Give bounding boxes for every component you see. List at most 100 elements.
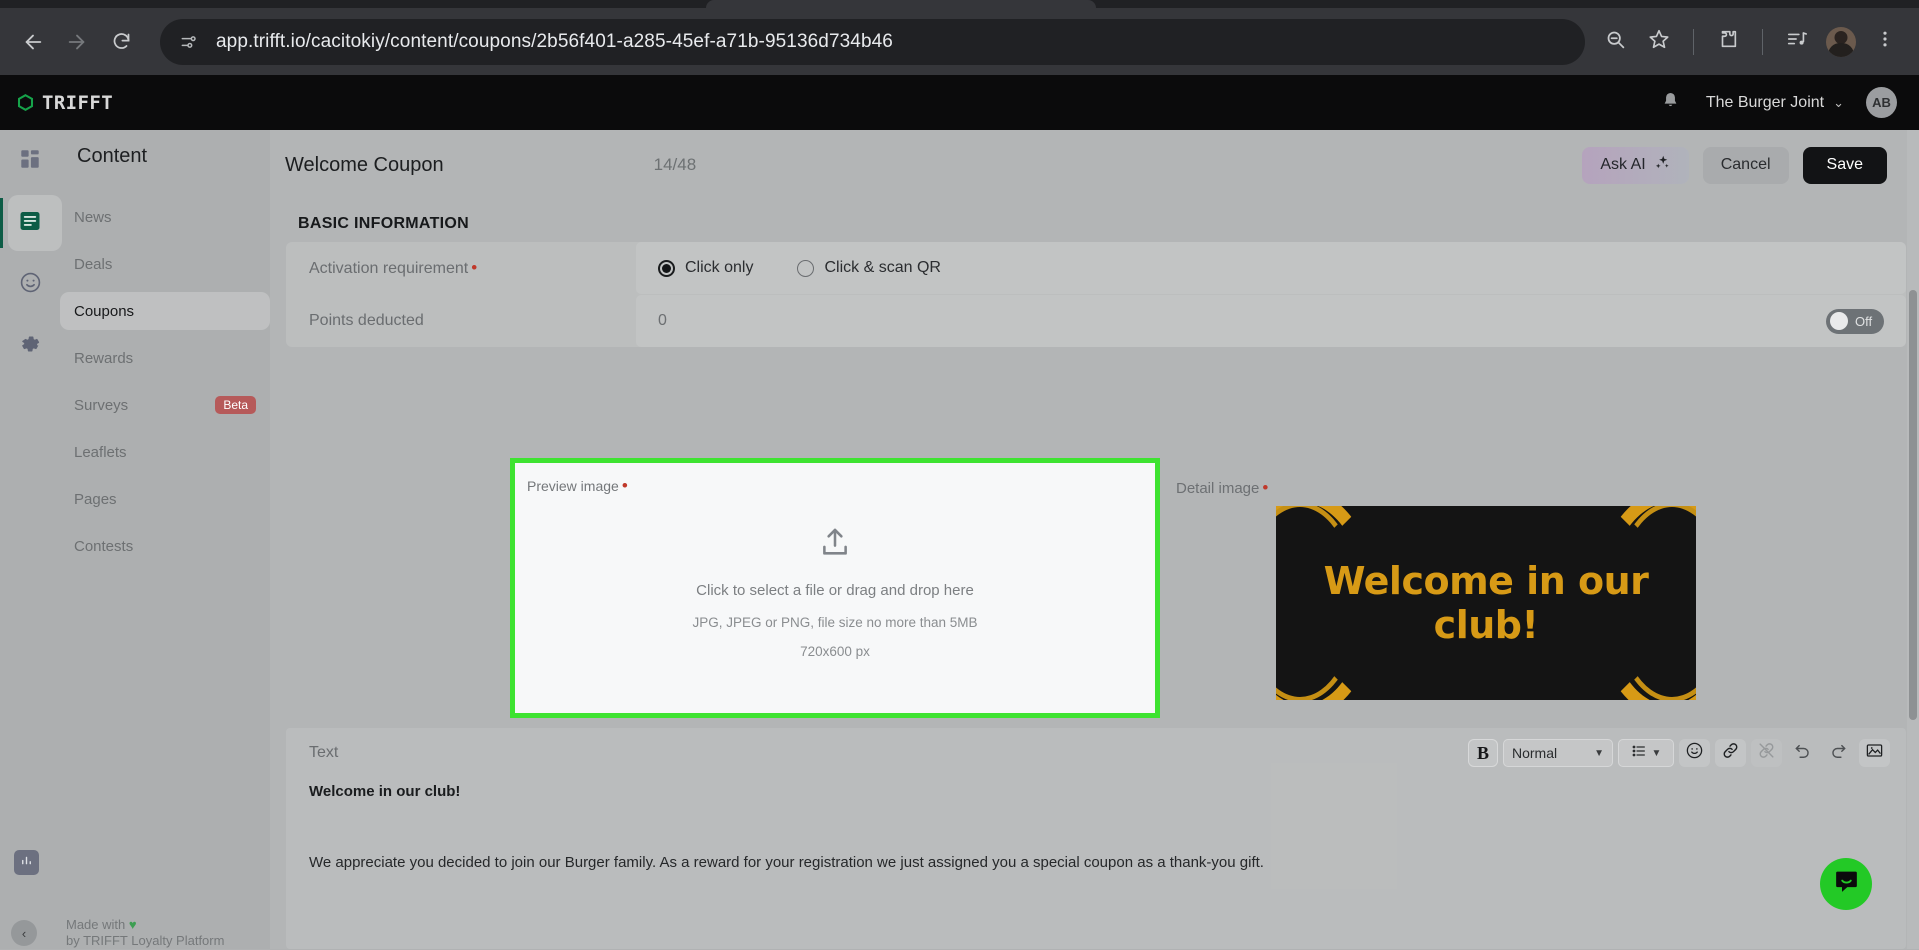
toolbar-divider-2 (1762, 28, 1763, 55)
address-bar[interactable]: app.trifft.io/cacitokiy/content/coupons/… (160, 18, 1585, 65)
sidebar-item-rewards[interactable]: Rewards (60, 339, 270, 377)
radio-click-only[interactable]: Click only (658, 259, 753, 277)
profile-avatar-icon (1826, 26, 1856, 57)
dropzone-dimensions-text: 720x600 px (800, 644, 870, 659)
sidebar-title: Content (77, 145, 148, 167)
bar-chart-icon (19, 853, 34, 873)
made-with-label: Made with (66, 917, 126, 932)
points-deducted-toggle[interactable]: Off (1826, 308, 1884, 334)
active-tab[interactable] (706, 0, 1096, 8)
points-deducted-row: Points deducted 0 Off (286, 295, 1906, 347)
browser-menu-button[interactable] (1865, 22, 1905, 62)
preview-image-label: Preview image • (527, 476, 628, 495)
media-button[interactable] (1777, 22, 1817, 62)
redo-button[interactable] (1823, 739, 1854, 767)
rail-item-analytics[interactable] (14, 850, 39, 875)
unlink-icon (1757, 741, 1776, 765)
zoom-out-button[interactable] (1595, 22, 1635, 62)
sidebar-item-leaflets[interactable]: Leaflets (60, 433, 270, 471)
required-marker: • (621, 476, 628, 495)
sidebar-item-contests[interactable]: Contests (60, 527, 270, 565)
media-playlist-icon (1786, 28, 1808, 55)
chevron-down-icon: ▼ (1594, 747, 1604, 759)
points-deducted-field[interactable]: 0 Off (636, 295, 1906, 347)
radio-indicator (797, 259, 815, 277)
avatar[interactable]: AB (1866, 87, 1897, 118)
page-header: Welcome Coupon 14/48 Ask AI Cancel Save (270, 130, 1919, 200)
sidebar: Content News Deals Coupons Rewards Surve… (0, 130, 270, 949)
sidebar-collapse-button[interactable]: ‹ (11, 920, 37, 946)
trifft-hexagon-icon (16, 93, 35, 112)
preview-image-dropzone[interactable]: Preview image • Click to select a file or… (510, 458, 1160, 718)
section-title: BASIC INFORMATION (298, 215, 470, 232)
dropzone-content: Click to select a file or drag and drop … (515, 525, 1155, 659)
sidebar-item-surveys[interactable]: Surveys Beta (60, 386, 270, 424)
rail-item-settings[interactable] (0, 316, 60, 378)
reload-icon (111, 31, 132, 52)
sidebar-item-label: Pages (74, 490, 117, 508)
activation-requirement-row: Activation requirement • Click only Click… (286, 242, 1906, 294)
radio-click-scan-qr[interactable]: Click & scan QR (797, 259, 941, 277)
detail-image-card[interactable]: Detail image • Welcome in our club! (1160, 458, 1820, 718)
app-header-actions: The Burger Joint ⌄ AB (1658, 87, 1897, 118)
browser-toolbar-actions (1595, 22, 1905, 62)
browser-nav-row: app.trifft.io/cacitokiy/content/coupons/… (0, 8, 1919, 75)
reload-button[interactable] (102, 23, 140, 61)
page-scrollbar[interactable] (1907, 130, 1919, 949)
ask-ai-button[interactable]: Ask AI (1582, 146, 1689, 184)
upload-arrow-icon (818, 525, 852, 564)
rail-item-content[interactable] (0, 192, 62, 254)
site-settings-icon[interactable] (176, 29, 202, 55)
sidebar-item-label: News (74, 208, 112, 226)
zoom-out-icon (1605, 29, 1626, 55)
save-button[interactable]: Save (1802, 146, 1887, 184)
dropzone-primary-text: Click to select a file or drag and drop … (696, 582, 974, 599)
insert-image-button[interactable] (1859, 739, 1890, 767)
activation-requirement-field: Click only Click & scan QR (636, 242, 1906, 294)
sidebar-item-coupons[interactable]: Coupons (60, 292, 270, 330)
insert-link-button[interactable] (1715, 739, 1746, 767)
extensions-button[interactable] (1708, 22, 1748, 62)
chat-widget-button[interactable] (1820, 858, 1872, 910)
chevron-down-icon: ⌄ (1833, 94, 1844, 110)
forward-button[interactable] (58, 23, 96, 61)
bold-button[interactable]: B (1468, 739, 1498, 767)
bookmark-button[interactable] (1639, 22, 1679, 62)
activation-radio-group: Click only Click & scan QR (658, 259, 941, 277)
engagement-smiley-icon (19, 271, 42, 299)
sidebar-item-pages[interactable]: Pages (60, 480, 270, 518)
back-button[interactable] (14, 23, 52, 61)
sidebar-item-label: Rewards (74, 349, 134, 367)
rail-item-dashboard[interactable] (0, 130, 60, 192)
scrollbar-thumb[interactable] (1909, 290, 1917, 720)
profile-button[interactable] (1821, 22, 1861, 62)
toolbar-divider (1693, 28, 1694, 55)
browser-chrome: app.trifft.io/cacitokiy/content/coupons/… (0, 0, 1919, 75)
sidebar-nav-list: News Deals Coupons Rewards Surveys Beta … (60, 198, 270, 565)
content-icon (18, 209, 42, 238)
cancel-button[interactable]: Cancel (1702, 146, 1789, 184)
redo-icon (1829, 741, 1848, 765)
brand-logo[interactable]: TRIFFT (16, 92, 113, 114)
tenant-switcher[interactable]: The Burger Joint ⌄ (1706, 94, 1844, 112)
radio-label: Click only (685, 259, 754, 276)
remove-link-button[interactable] (1751, 739, 1782, 767)
emoji-button[interactable] (1679, 739, 1710, 767)
radio-label: Click & scan QR (824, 259, 941, 276)
sidebar-rail (0, 130, 62, 949)
brand-name: TRIFFT (42, 91, 114, 114)
url-text: app.trifft.io/cacitokiy/content/coupons/… (216, 30, 893, 52)
sidebar-item-label: Coupons (74, 302, 135, 320)
list-format-select[interactable]: ▼ (1618, 739, 1674, 767)
notifications-button[interactable] (1658, 90, 1684, 116)
text-editor-body[interactable]: Welcome in our club! We appreciate you d… (309, 783, 1882, 871)
paragraph-format-select[interactable]: Normal ▼ (1503, 739, 1613, 767)
forward-arrow-icon (66, 31, 88, 53)
sidebar-item-label: Leaflets (74, 443, 127, 461)
undo-button[interactable] (1787, 739, 1818, 767)
rail-item-engagement[interactable] (0, 254, 60, 316)
sidebar-item-deals[interactable]: Deals (60, 245, 270, 283)
activation-requirement-label: Activation requirement • (309, 258, 478, 277)
three-dot-menu-icon (1875, 29, 1895, 54)
sidebar-item-news[interactable]: News (60, 198, 270, 236)
